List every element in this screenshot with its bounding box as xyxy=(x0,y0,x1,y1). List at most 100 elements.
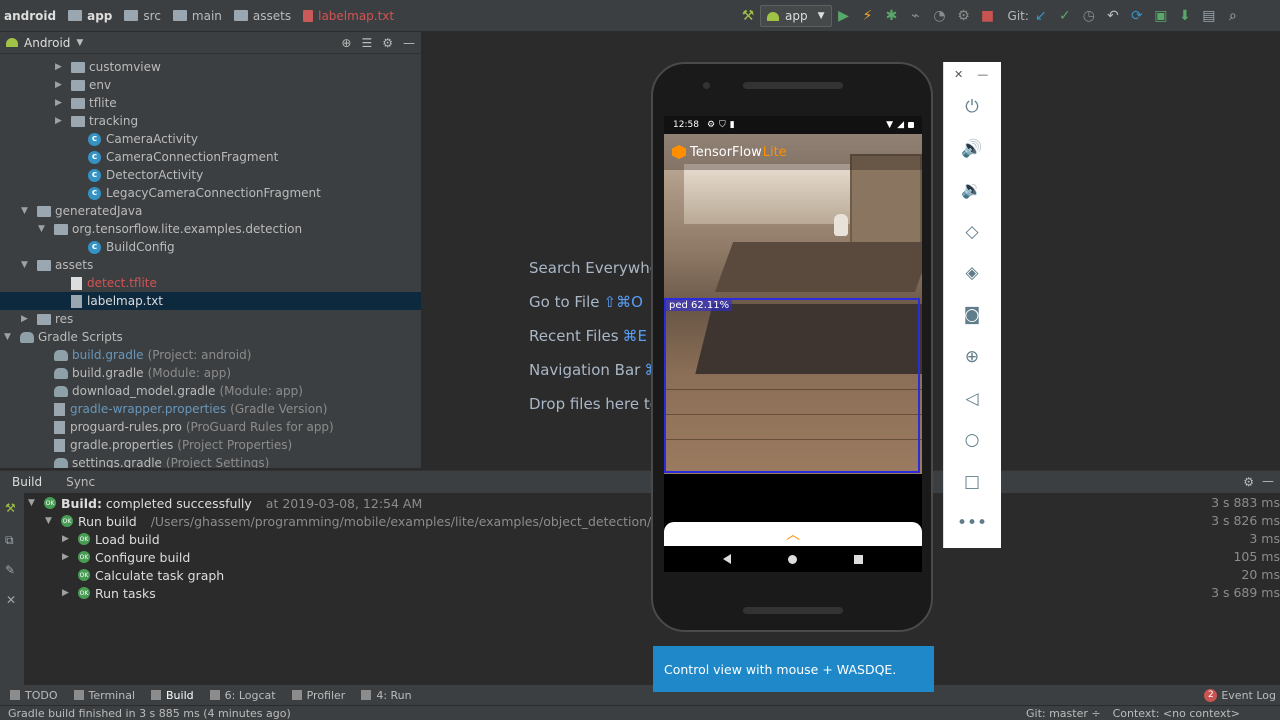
breadcrumb-item[interactable]: src xyxy=(124,0,161,32)
build-tree-row[interactable]: ▶ OK Run tasks xyxy=(62,584,156,602)
zoom-icon[interactable]: ⊕ xyxy=(959,344,985,370)
tree-item[interactable]: ▼ Gradle Scripts xyxy=(4,328,123,346)
tree-item[interactable]: download_model.gradle (Module: app) xyxy=(38,382,303,400)
git-history-icon[interactable]: ◷ xyxy=(1077,0,1101,32)
tree-item[interactable]: ▶ res xyxy=(21,310,73,328)
stop-icon[interactable]: ■ xyxy=(976,0,1000,32)
tree-item[interactable]: build.gradle (Module: app) xyxy=(38,364,231,382)
project-view-selector[interactable]: Android xyxy=(24,36,70,50)
close-icon[interactable]: ✕ xyxy=(6,593,16,607)
chevron-right-icon[interactable]: ▶ xyxy=(55,80,65,90)
toggle-view-icon[interactable]: ⧉ xyxy=(5,533,14,548)
chevron-right-icon[interactable]: ▶ xyxy=(62,552,72,562)
build-hammer-icon[interactable]: ⚒ xyxy=(736,0,760,32)
tree-item[interactable]: c LegacyCameraConnectionFragment xyxy=(72,184,321,202)
revert-icon[interactable]: ↶ xyxy=(1101,0,1125,32)
chevron-down-icon[interactable]: ▼ xyxy=(21,260,31,270)
collapse-all-icon[interactable]: ☰ xyxy=(361,36,372,50)
chevron-right-icon[interactable]: ▶ xyxy=(55,116,65,126)
tree-item[interactable]: build.gradle (Project: android) xyxy=(38,346,251,364)
chevron-down-icon[interactable]: ▼ xyxy=(28,498,38,508)
run-config-select[interactable]: app ▼ xyxy=(760,5,832,27)
profile-icon[interactable]: ◔ xyxy=(928,0,952,32)
emulator-screen[interactable]: 12:58 ⚙ ⛉ ▮ ▼ ◢ TensorFlow Lite ped 62.1… xyxy=(664,116,922,572)
tab-build[interactable]: Build xyxy=(0,471,54,493)
minimize-icon[interactable]: — xyxy=(1262,474,1274,488)
build-tree-row[interactable]: ▼ OK Build: completed successfully at 2019-… xyxy=(28,494,422,512)
home-icon[interactable]: ○ xyxy=(959,427,985,453)
event-log-button[interactable]: 2 Event Log xyxy=(1204,685,1276,705)
tree-item[interactable]: settings.gradle (Project Settings) xyxy=(38,454,269,468)
tab-sync[interactable]: Sync xyxy=(54,471,107,493)
home-icon[interactable] xyxy=(787,554,797,564)
tree-item[interactable]: ▶ tflite xyxy=(55,94,117,112)
sdk-manager-icon[interactable]: ⬇ xyxy=(1173,0,1197,32)
status-message[interactable]: Gradle build finished in 3 s 885 ms (4 m… xyxy=(8,707,291,720)
attach-debugger-icon[interactable]: ⌁ xyxy=(904,0,928,32)
chevron-right-icon[interactable]: ▶ xyxy=(21,314,31,324)
breadcrumb-item[interactable]: assets xyxy=(233,0,291,32)
minimize-icon[interactable]: — xyxy=(403,36,415,50)
tree-item[interactable]: labelmap.txt xyxy=(0,292,421,310)
build-tree-row[interactable]: ▼ OK Run build/Users/ghassem/programming/m… xyxy=(45,512,699,530)
chevron-right-icon[interactable]: ▶ xyxy=(55,62,65,72)
chevron-down-icon[interactable]: ▼ xyxy=(76,38,83,48)
git-update-icon[interactable]: ↙ xyxy=(1029,0,1053,32)
tree-item[interactable]: ▼ assets xyxy=(21,256,93,274)
minimize-icon[interactable]: — xyxy=(977,68,988,81)
tree-item[interactable]: c CameraConnectionFragment xyxy=(72,148,278,166)
chevron-right-icon[interactable]: ▶ xyxy=(62,534,72,544)
tree-item[interactable]: ▶ tracking xyxy=(55,112,138,130)
camera-preview[interactable]: TensorFlow Lite ped 62.11% xyxy=(664,134,922,474)
chevron-down-icon[interactable]: ▼ xyxy=(38,224,48,234)
chevron-right-icon[interactable]: ▶ xyxy=(62,588,72,598)
more-icon[interactable]: ••• xyxy=(957,510,987,536)
breadcrumb-item[interactable]: android xyxy=(4,0,56,32)
power-icon[interactable]: ⏻ xyxy=(959,94,985,120)
build-hammer-icon[interactable]: ⚒ xyxy=(5,501,16,515)
tool-window-button[interactable]: 4: Run xyxy=(361,689,412,702)
tree-item[interactable]: ▼ org.tensorflow.lite.examples.detection xyxy=(38,220,302,238)
run-icon[interactable]: ▶ xyxy=(832,0,856,32)
chevron-down-icon[interactable]: ▼ xyxy=(45,516,55,526)
overview-icon[interactable] xyxy=(854,554,864,564)
rotate-left-icon[interactable]: ◇ xyxy=(959,219,985,245)
bottom-sheet-handle[interactable]: ︿ xyxy=(664,522,922,546)
volume-down-icon[interactable]: 🔉 xyxy=(959,177,985,203)
gradle-sync-icon[interactable]: ⟳ xyxy=(1125,0,1149,32)
tree-item[interactable]: detect.tflite xyxy=(55,274,157,292)
volume-up-icon[interactable]: 🔊 xyxy=(959,136,985,162)
chevron-right-icon[interactable]: ▶ xyxy=(55,98,65,108)
tree-item[interactable]: ▶ customview xyxy=(55,58,161,76)
tool-window-button[interactable]: Profiler xyxy=(291,689,345,702)
build-tree-row[interactable]: OK Calculate task graph xyxy=(62,566,224,584)
build-tree-row[interactable]: ▶ OK Configure build xyxy=(62,548,190,566)
tool-window-button[interactable]: TODO xyxy=(10,689,58,702)
chevron-down-icon[interactable]: ▼ xyxy=(4,332,14,342)
tree-item[interactable]: c BuildConfig xyxy=(72,238,175,256)
gear-icon[interactable]: ⚙ xyxy=(382,36,393,50)
tree-item[interactable]: ▶ env xyxy=(55,76,111,94)
tool-window-button[interactable]: Build xyxy=(151,689,194,702)
breadcrumb-item[interactable]: main xyxy=(172,0,222,32)
tree-item[interactable]: proguard-rules.pro (ProGuard Rules for ap… xyxy=(38,418,334,436)
tree-item[interactable]: gradle-wrapper.properties (Gradle Version… xyxy=(38,400,327,418)
breadcrumb-item[interactable]: app xyxy=(68,0,112,32)
gear-icon[interactable]: ⚙ xyxy=(1243,475,1254,489)
coverage-icon[interactable]: ⚙ xyxy=(952,0,976,32)
project-structure-icon[interactable]: ▤ xyxy=(1197,0,1221,32)
avd-manager-icon[interactable]: ▣ xyxy=(1149,0,1173,32)
git-commit-icon[interactable]: ✓ xyxy=(1053,0,1077,32)
tree-item[interactable]: gradle.properties (Project Properties) xyxy=(38,436,292,454)
search-icon[interactable]: ⌕ xyxy=(1221,0,1245,32)
back-icon[interactable] xyxy=(722,554,731,564)
rotate-right-icon[interactable]: ◈ xyxy=(959,260,985,286)
apply-changes-icon[interactable]: ⚡ xyxy=(856,0,880,32)
tree-item[interactable]: ▼ generatedJava xyxy=(21,202,142,220)
breadcrumb-item[interactable]: labelmap.txt xyxy=(303,0,394,32)
chevron-down-icon[interactable]: ▼ xyxy=(21,206,31,216)
overview-icon[interactable]: □ xyxy=(959,469,985,495)
tool-window-button[interactable]: 6: Logcat xyxy=(209,689,276,702)
tree-item[interactable]: c CameraActivity xyxy=(72,130,198,148)
context-selector[interactable]: Context: <no context> xyxy=(1113,707,1240,720)
